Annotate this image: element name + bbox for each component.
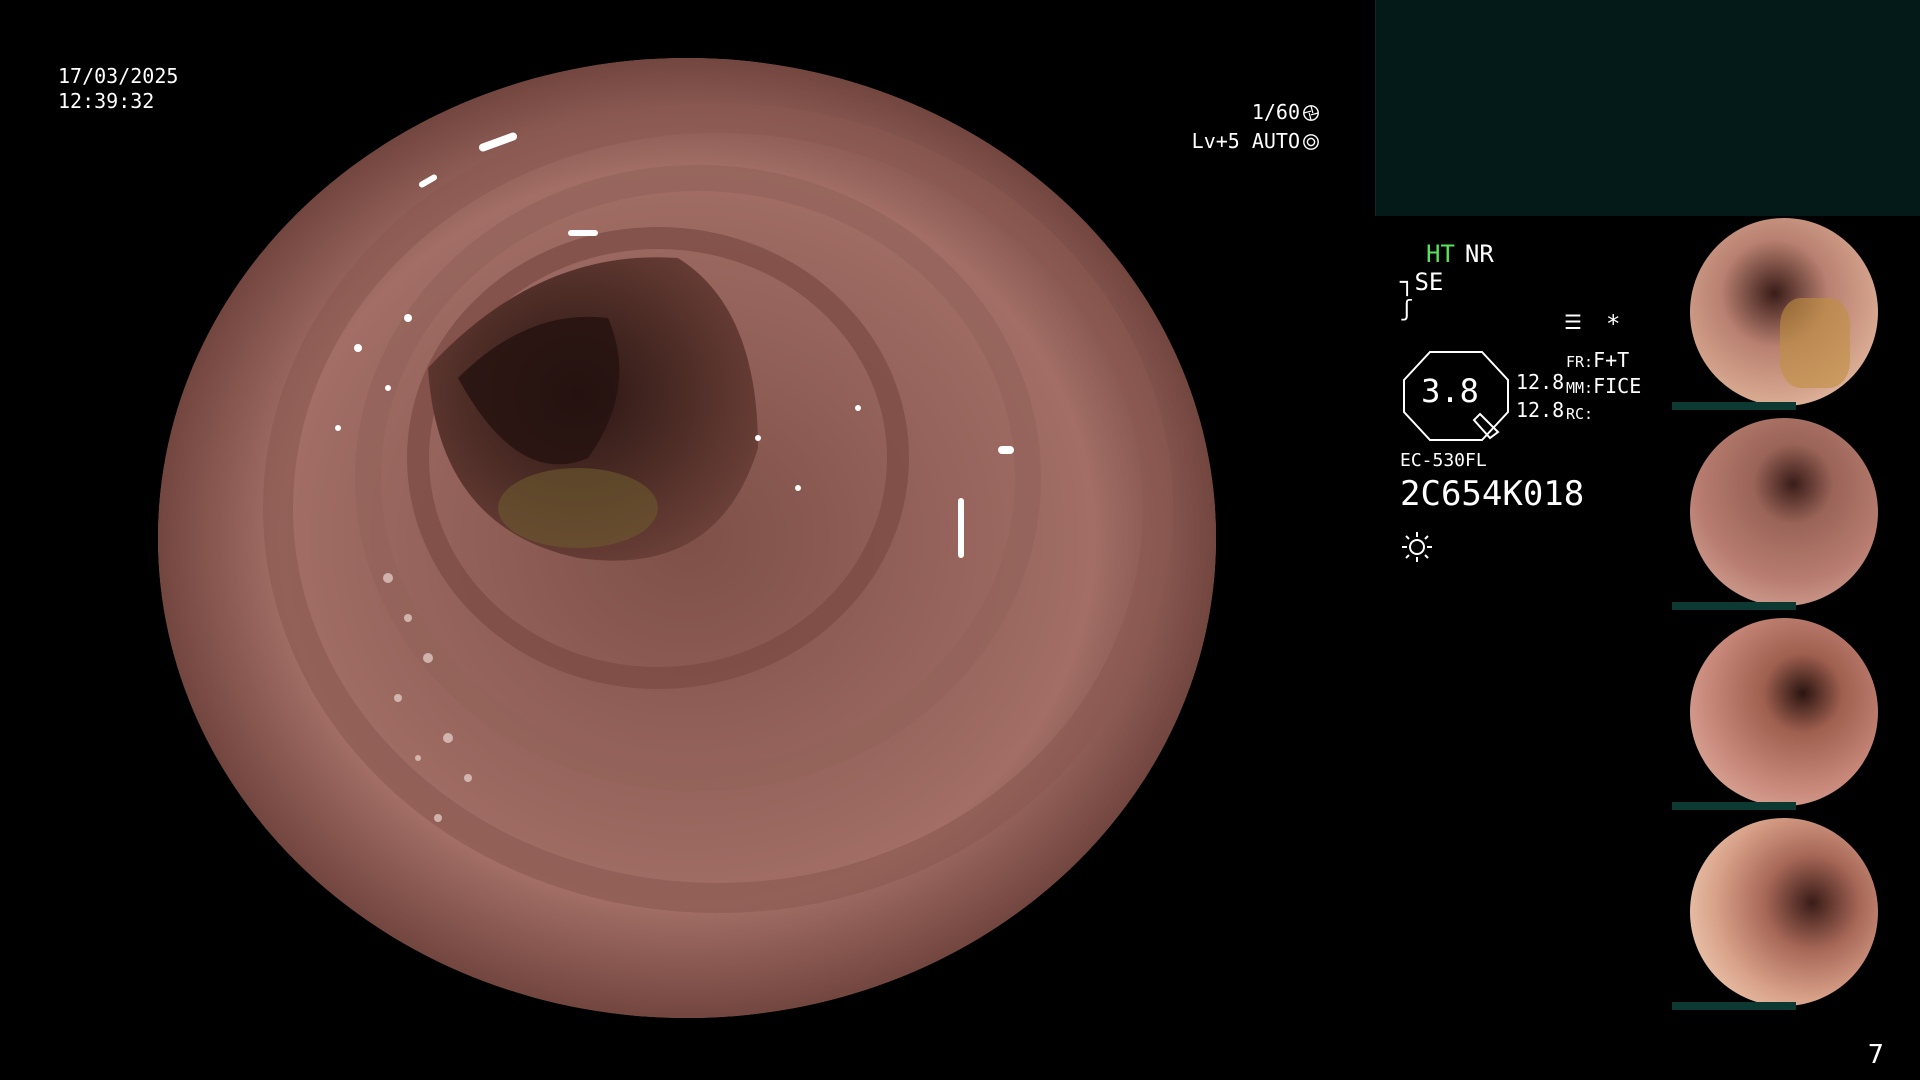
thumbnail-1[interactable]: [1672, 216, 1920, 414]
color-enhance-icon: ʃ: [1400, 297, 1414, 322]
aperture-icon: [1303, 104, 1319, 121]
mm-label: MM:: [1566, 379, 1594, 397]
status-panel: HT NR ┐SE ʃ ☰ *: [1400, 240, 1660, 338]
gauge-value: 3.8: [1421, 372, 1479, 410]
zoom-gauge: 3.8: [1400, 350, 1512, 442]
thumbnail-image-3: [1690, 618, 1878, 806]
thumbnail-image-1: [1690, 218, 1878, 406]
scope-model: EC-530FL: [1400, 450, 1487, 471]
thumbnail-strip: [1672, 216, 1920, 1016]
scale-values: 12.8 12.8: [1516, 368, 1564, 424]
time-text: 12:39:32: [58, 89, 155, 113]
scope-serial: 2C654K018: [1400, 474, 1585, 514]
fr-value: F+T: [1593, 348, 1630, 372]
sun-icon: [1402, 532, 1432, 562]
page-number: 7: [1867, 1040, 1884, 1070]
thumbnail-bar: [1672, 1002, 1796, 1010]
info-panel-header: [1375, 0, 1920, 216]
thumbnail-bar: [1672, 802, 1796, 810]
iris-icon: [1303, 133, 1319, 150]
fr-label: FR:: [1566, 353, 1594, 371]
se-indicator: SE: [1414, 268, 1444, 296]
rc-label: RC:: [1566, 405, 1594, 423]
brightness-level: Lv+5: [1191, 129, 1240, 153]
thumbnail-3[interactable]: [1672, 616, 1920, 814]
thumbnail-image-2: [1690, 418, 1878, 606]
colon-lumen-illustration: [158, 58, 1216, 1018]
endoscopic-image: [158, 58, 1216, 1018]
star-indicator: *: [1606, 310, 1621, 338]
thumbnail-bar: [1672, 602, 1796, 610]
thumbnail-4[interactable]: [1672, 816, 1920, 1014]
nr-indicator: NR: [1464, 240, 1494, 268]
date-text: 17/03/2025: [58, 64, 179, 88]
worksheet-icon: ☰: [1564, 310, 1582, 334]
structure-enhance-icon: ┐: [1400, 268, 1415, 296]
camera-params: 1/60 Lv+5 AUTO: [1192, 98, 1320, 156]
thumbnail-image-4: [1690, 818, 1878, 1006]
scale-value-1: 12.8: [1516, 370, 1565, 394]
ht-indicator: HT: [1426, 240, 1455, 268]
scale-value-2: 12.8: [1516, 398, 1565, 422]
thumbnail-2[interactable]: [1672, 416, 1920, 614]
thumbnail-bar: [1672, 402, 1796, 410]
iris-mode: AUTO: [1251, 129, 1300, 153]
mode-values: FR:F+T MM:FICE RC:: [1566, 348, 1641, 426]
timestamp: 17/03/2025 12:39:32: [58, 64, 178, 114]
shutter-speed: 1/60: [1251, 100, 1300, 124]
mm-value: FICE: [1593, 374, 1642, 398]
